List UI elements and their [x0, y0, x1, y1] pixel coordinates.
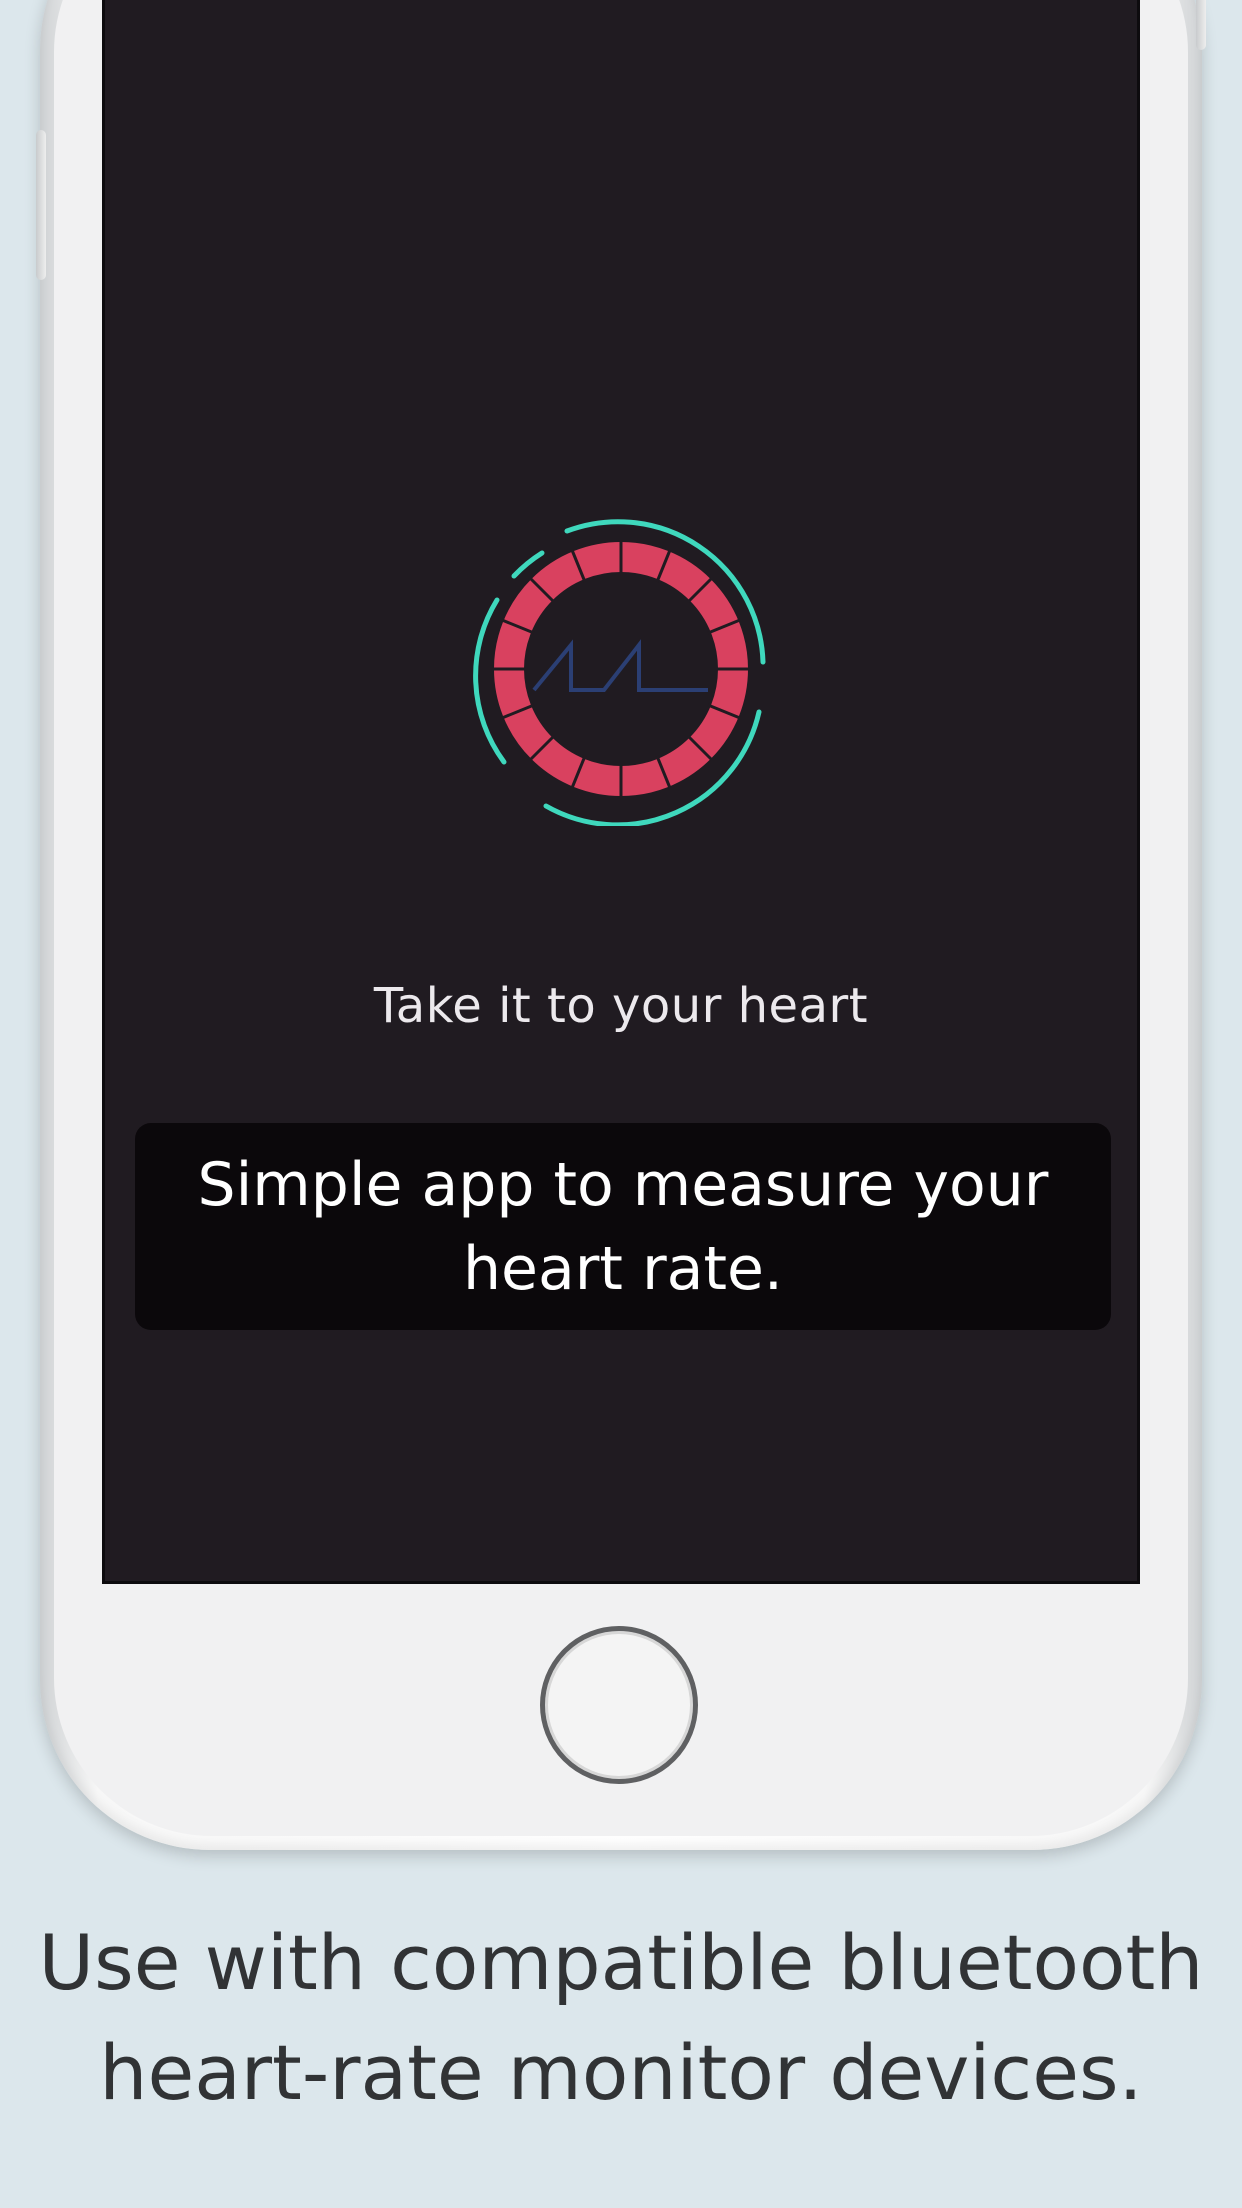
promo-line-2: heart-rate monitor devices. [99, 2028, 1143, 2117]
volume-button [36, 130, 46, 280]
promo-line-1: Use with compatible bluetooth [38, 1918, 1204, 2007]
power-button [1196, 0, 1206, 50]
heart-rate-ring-logo [473, 519, 766, 826]
caption-text: Simple app to measure your heart rate. [197, 1149, 1049, 1304]
promo-text: Use with compatible bluetooth heart-rate… [0, 1908, 1242, 2128]
caption-box: Simple app to measure your heart rate. [135, 1123, 1111, 1330]
home-button[interactable] [540, 1626, 698, 1784]
tagline-text: Take it to your heart [373, 978, 869, 1034]
